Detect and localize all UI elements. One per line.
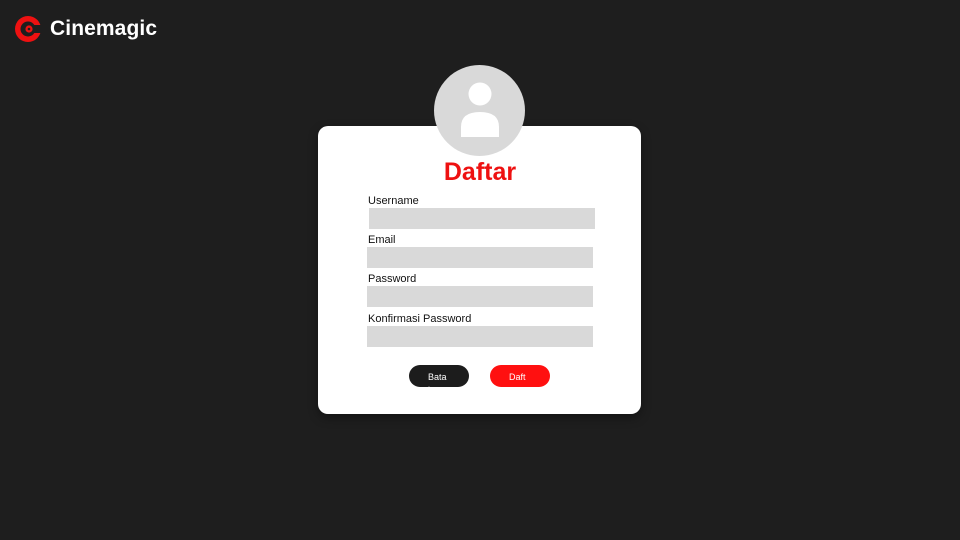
brand[interactable]: Cinemagic <box>14 15 157 43</box>
username-input[interactable] <box>369 208 595 229</box>
cancel-button[interactable]: Batal <box>409 365 469 387</box>
email-input[interactable] <box>367 247 593 268</box>
email-label: Email <box>368 234 396 246</box>
password-label: Password <box>368 273 417 285</box>
username-label: Username <box>368 195 419 207</box>
cinemagic-logo-icon <box>15 16 42 42</box>
confirm-password-label: Konfirmasi Password <box>368 313 472 325</box>
form-title: Daftar <box>443 158 517 186</box>
cancel-button-label: Batal <box>428 372 447 387</box>
register-button[interactable]: Daftar <box>490 365 550 387</box>
brand-name: Cinemagic <box>50 17 158 40</box>
user-avatar-icon <box>434 65 525 156</box>
password-input[interactable] <box>367 286 593 307</box>
register-button-label: Daftar <box>509 372 526 387</box>
confirm-password-input[interactable] <box>367 326 593 347</box>
